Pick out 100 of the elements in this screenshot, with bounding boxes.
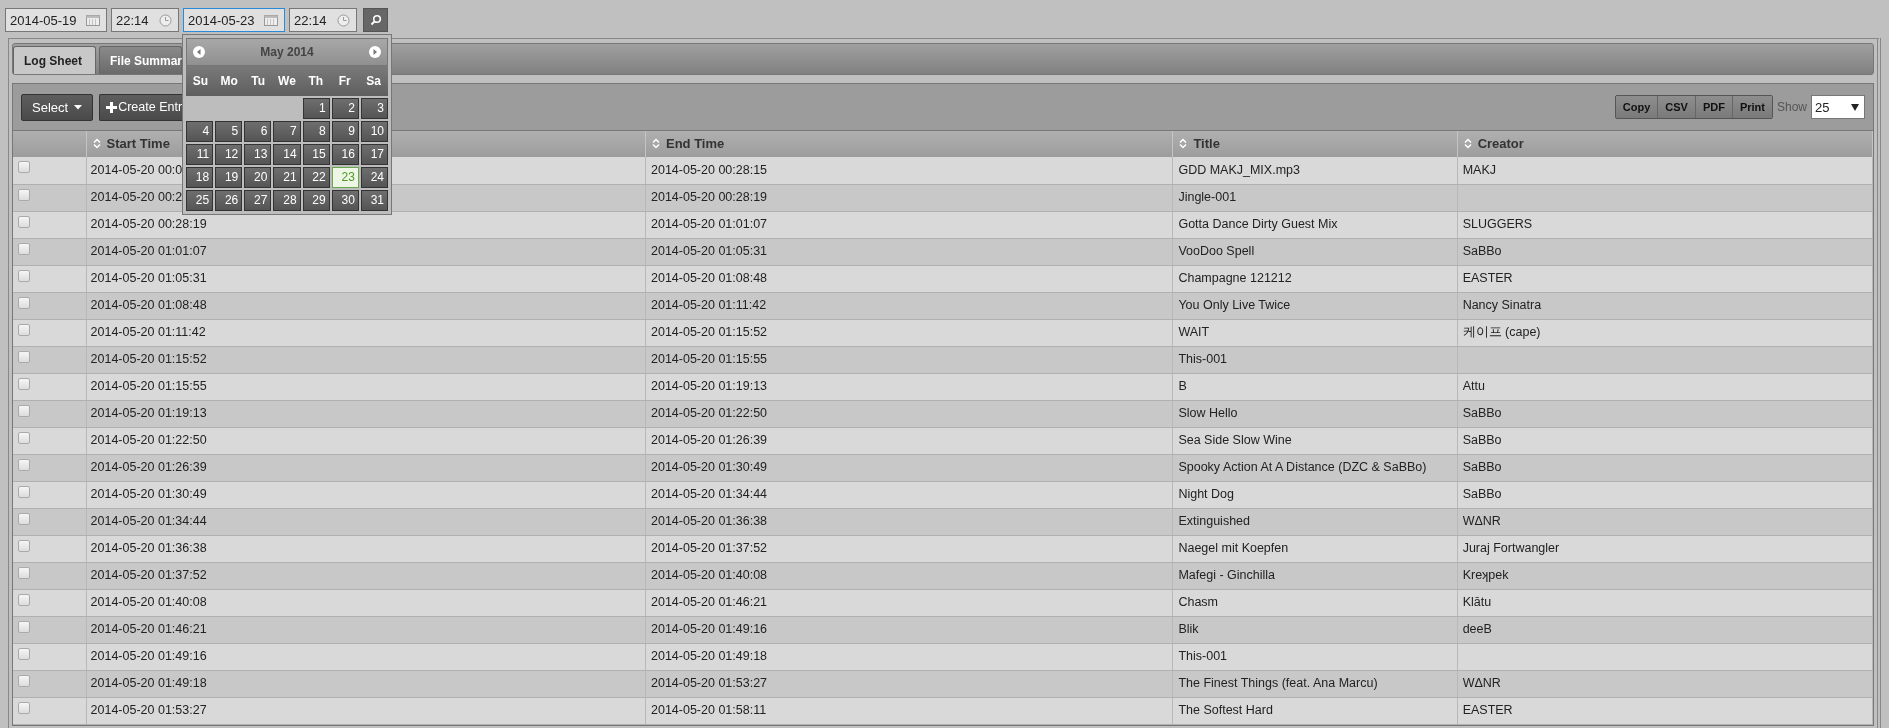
previous-icon[interactable] [193, 46, 205, 58]
table-cell: Nancy Sinatra [1462, 298, 1542, 312]
checkbox[interactable] [18, 296, 30, 309]
calendar-day[interactable]: 22 [302, 167, 330, 188]
checkbox[interactable] [18, 566, 30, 579]
search-button[interactable] [363, 8, 388, 32]
calendar-day[interactable]: 27 [244, 190, 272, 211]
export-button[interactable]: Print [1732, 96, 1772, 118]
checkbox[interactable] [18, 431, 30, 444]
input-field[interactable]: 22:14 [289, 8, 357, 32]
table-cell: Slow Hello [1178, 406, 1238, 420]
checkbox[interactable] [18, 350, 30, 363]
calendar-day[interactable]: 9 [331, 121, 359, 142]
input-field[interactable]: 2014-05-23 [183, 8, 285, 32]
weekday-label: Su [191, 74, 210, 88]
table-cell: 케이프 (cape) [1462, 325, 1541, 339]
calendar-day[interactable]: 29 [302, 190, 330, 211]
checkbox[interactable] [18, 242, 30, 255]
checkbox[interactable] [18, 161, 30, 173]
table-cell: 2014-05-20 01:15:52 [90, 352, 207, 366]
select-button[interactable]: Select [21, 93, 94, 121]
create-entry-button[interactable]: Create Entr [99, 93, 183, 121]
calendar-day[interactable]: 3 [360, 98, 388, 119]
table-cell: 2014-05-20 01:58:11 [651, 703, 767, 717]
table-cell: 2014-05-20 01:37:52 [651, 541, 768, 555]
calendar-day[interactable]: 2 [331, 98, 359, 119]
sort-icon[interactable] [652, 138, 660, 149]
table-cell: 2014-05-20 00:2 [90, 190, 183, 204]
calendar-day[interactable]: 26 [215, 190, 243, 211]
calendar-day[interactable]: 30 [331, 190, 359, 211]
weekday-label: Mo [219, 74, 239, 88]
calendar-day[interactable]: 17 [360, 144, 388, 165]
calendar-day[interactable]: 10 [360, 121, 388, 142]
export-button[interactable]: Copy [1615, 96, 1659, 118]
table-cell: 2014-05-20 01:40:08 [651, 568, 768, 582]
table-cell: This-001 [1178, 352, 1228, 366]
table-cell: 2014-05-20 01:53:27 [90, 703, 207, 717]
calendar-day[interactable]: 28 [273, 190, 301, 211]
calendar-day[interactable]: 24 [360, 167, 388, 188]
table-cell: 2014-05-20 01:15:55 [90, 379, 207, 393]
table-cell: EASTER [1462, 271, 1513, 285]
search-icon [369, 14, 382, 26]
checkbox[interactable] [18, 620, 30, 633]
export-button[interactable]: CSV [1658, 96, 1696, 118]
checkbox[interactable] [18, 188, 30, 201]
calendar-day[interactable]: 20 [244, 167, 272, 188]
calendar-day[interactable]: 31 [360, 190, 388, 211]
calendar-day[interactable]: 5 [215, 121, 243, 142]
page-size-select[interactable]: 25 [1811, 95, 1865, 119]
calendar-day[interactable]: 6 [244, 121, 272, 142]
calendar-icon [86, 14, 100, 26]
sort-icon[interactable] [92, 138, 101, 149]
table-cell: 2014-05-20 01:05:31 [651, 244, 768, 258]
tab[interactable]: File Summar [99, 46, 182, 74]
calendar-day[interactable]: 15 [302, 144, 330, 165]
calendar-day[interactable]: 1 [302, 98, 330, 119]
checkbox[interactable] [18, 215, 30, 228]
calendar-day[interactable]: 8 [302, 121, 330, 142]
month-title: May 2014 [260, 45, 314, 59]
calendar-day[interactable]: 23 [331, 167, 359, 188]
calendar-day[interactable]: 19 [215, 167, 243, 188]
calendar-day[interactable]: 7 [273, 121, 301, 142]
checkbox[interactable] [18, 485, 30, 498]
sort-icon[interactable] [1463, 138, 1472, 149]
table-cell: SaBBo [1462, 460, 1502, 474]
checkbox[interactable] [18, 512, 30, 525]
table-cell: The Finest Things (feat. Ana Marcu) [1178, 676, 1378, 690]
next-icon[interactable] [369, 46, 381, 58]
calendar-day[interactable]: 11 [186, 144, 214, 165]
calendar-day[interactable]: 4 [186, 121, 214, 142]
calendar-day[interactable]: 25 [186, 190, 214, 211]
export-button[interactable]: PDF [1695, 96, 1733, 118]
input-field[interactable]: 2014-05-19 [5, 8, 107, 32]
table-cell: 2014-05-20 01:46:21 [90, 622, 207, 636]
checkbox[interactable] [18, 404, 30, 417]
calendar-day[interactable]: 14 [273, 144, 301, 165]
table-cell: EASTER [1462, 703, 1513, 717]
checkbox[interactable] [18, 701, 30, 714]
weekday-label: Sa [365, 74, 382, 88]
table-cell: Naegel mit Koepfen [1178, 541, 1289, 555]
checkbox[interactable] [18, 323, 30, 336]
table-cell: GDD MAKJ_MIX.mp3 [1178, 162, 1300, 177]
calendar-day[interactable]: 16 [331, 144, 359, 165]
weekday-label: Fr [337, 74, 352, 88]
tab[interactable]: Log Sheet [13, 46, 96, 74]
table-cell: You Only Live Twice [1178, 298, 1291, 312]
checkbox[interactable] [18, 647, 30, 660]
calendar-day[interactable]: 18 [186, 167, 214, 188]
sort-icon[interactable] [1179, 138, 1188, 149]
checkbox[interactable] [18, 377, 30, 390]
calendar-day[interactable]: 13 [244, 144, 272, 165]
checkbox[interactable] [18, 593, 30, 606]
checkbox[interactable] [18, 458, 30, 471]
checkbox[interactable] [18, 674, 30, 687]
checkbox[interactable] [18, 269, 30, 282]
calendar-day[interactable]: 12 [215, 144, 243, 165]
checkbox[interactable] [18, 539, 30, 552]
calendar-day[interactable]: 21 [273, 167, 301, 188]
input-field[interactable]: 22:14 [111, 8, 179, 32]
table-cell: 2014-05-20 01:40:08 [90, 595, 207, 609]
